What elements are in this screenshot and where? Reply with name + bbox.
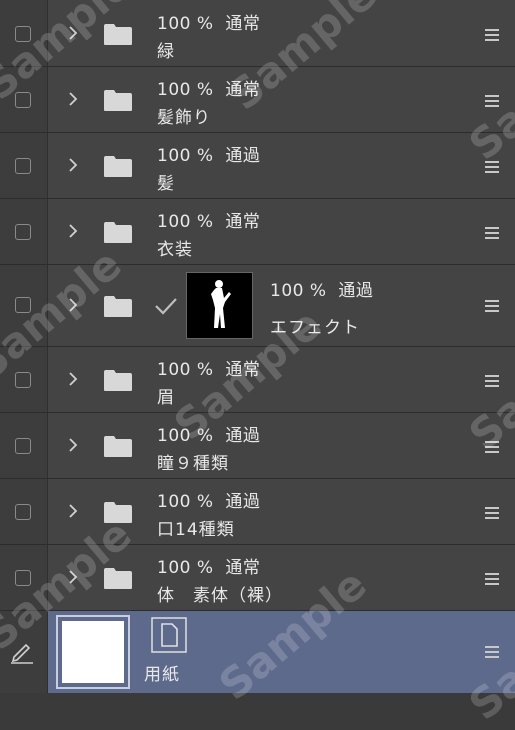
layer-name: 眉 [157,388,175,408]
layer-menu-icon[interactable] [485,646,499,658]
layer-menu-icon[interactable] [485,573,499,585]
figure-silhouette-icon [211,280,231,328]
chevron-right-icon[interactable] [66,372,80,386]
chevron-right-icon[interactable] [66,298,80,312]
layer-name: 髪飾り [157,108,211,128]
layer-visibility-checkbox[interactable] [15,92,31,108]
layer-row[interactable]: 100 % 通過 髪 [0,133,515,199]
chevron-right-icon[interactable] [66,504,80,518]
chevron-right-icon[interactable] [66,26,80,40]
layer-visibility-checkbox[interactable] [15,372,31,388]
layer-opacity-blend: 100 % 通常 [157,558,261,578]
document-icon [151,617,187,653]
paper-thumbnail[interactable] [56,615,130,689]
layer-visibility-checkbox[interactable] [15,26,31,42]
folder-icon [104,156,132,177]
folder-icon [104,222,132,243]
layer-name: 髪 [157,174,175,194]
folder-icon [104,370,132,391]
layer-menu-icon[interactable] [485,375,499,387]
layer-panel: 100 % 通常 緑 100 % 通常 髪飾り 100 % 通過 髪 100 %… [0,0,515,730]
folder-icon [104,90,132,111]
layer-opacity-blend: 100 % 通過 [157,492,261,512]
layer-thumbnail[interactable] [186,272,253,339]
layer-opacity-blend: 100 % 通過 [270,281,374,301]
layer-row[interactable]: 100 % 通過 瞳９種類 [0,413,515,479]
layer-name: 衣装 [157,240,193,260]
layer-opacity-blend: 100 % 通常 [157,212,261,232]
pencil-icon[interactable] [8,639,36,665]
layer-row[interactable]: 100 % 通常 髪飾り [0,67,515,133]
layer-menu-icon[interactable] [485,161,499,173]
layer-name: エフェクト [270,318,360,338]
folder-icon [104,502,132,523]
layer-row[interactable]: 100 % 通過 口14種類 [0,479,515,545]
layer-opacity-blend: 100 % 通過 [157,426,261,446]
chevron-right-icon[interactable] [66,224,80,238]
layer-visibility-checkbox[interactable] [15,438,31,454]
layer-menu-icon[interactable] [485,29,499,41]
folder-icon [104,24,132,45]
paper-layer-name: 用紙 [144,665,180,685]
layer-menu-icon[interactable] [485,441,499,453]
layer-visibility-checkbox[interactable] [15,158,31,174]
layer-visibility-checkbox[interactable] [15,224,31,240]
chevron-right-icon[interactable] [66,570,80,584]
layer-name: 緑 [157,42,175,62]
layer-opacity-blend: 100 % 通常 [157,80,261,100]
layer-row[interactable]: 100 % 通過 エフェクト [0,265,515,347]
layer-name: 瞳９種類 [157,454,229,474]
layer-visibility-checkbox[interactable] [15,504,31,520]
layer-row[interactable]: 100 % 通常 体 素体（裸） [0,545,515,611]
layer-menu-icon[interactable] [485,300,499,312]
layer-menu-icon[interactable] [485,227,499,239]
layer-visibility-checkbox[interactable] [15,297,31,313]
folder-icon [104,436,132,457]
layer-row[interactable]: 100 % 通常 緑 [0,0,515,67]
layer-name: 体 素体（裸） [157,586,283,606]
layer-opacity-blend: 100 % 通常 [157,14,261,34]
chevron-right-icon[interactable] [66,92,80,106]
layer-menu-icon[interactable] [485,95,499,107]
layer-row[interactable]: 100 % 通常 衣装 [0,199,515,265]
layer-opacity-blend: 100 % 通常 [157,360,261,380]
chevron-right-icon[interactable] [66,158,80,172]
layer-name: 口14種類 [157,520,235,540]
layer-row[interactable]: 100 % 通常 眉 [0,347,515,413]
paper-layer-row[interactable]: 用紙 [0,611,515,693]
checkmark-icon[interactable] [154,296,178,316]
folder-icon [104,296,132,317]
layer-menu-icon[interactable] [485,507,499,519]
layer-opacity-blend: 100 % 通過 [157,146,261,166]
layer-visibility-checkbox[interactable] [15,570,31,586]
paper-layer-selection[interactable]: 用紙 [48,611,515,693]
chevron-right-icon[interactable] [66,438,80,452]
folder-icon [104,568,132,589]
